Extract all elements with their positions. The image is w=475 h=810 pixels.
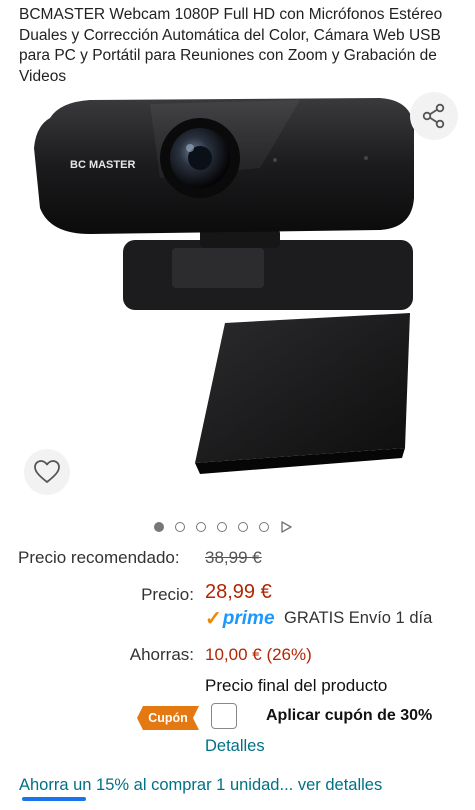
- final-price-text: Precio final del producto: [205, 676, 388, 695]
- carousel-dot[interactable]: [175, 522, 185, 532]
- coupon-badge: Cupón: [137, 706, 199, 730]
- savings-value: 10,00 € (26%): [205, 645, 312, 664]
- webcam-image: BC MASTER: [34, 98, 414, 474]
- product-image[interactable]: BC MASTER: [0, 88, 475, 508]
- play-icon[interactable]: [280, 521, 292, 533]
- prime-label: prime: [222, 607, 275, 629]
- scroll-indicator: [22, 797, 86, 801]
- prime-check-icon: ✓: [205, 608, 222, 630]
- apply-coupon-label[interactable]: Aplicar cupón de 30%: [266, 707, 432, 725]
- recommended-price-label: Precio recomendado:: [18, 548, 180, 567]
- promo-more-link[interactable]: ... ver detalles: [280, 776, 383, 794]
- price-value: 28,99 €: [205, 581, 272, 603]
- shipping-text: GRATIS Envío 1 día: [284, 609, 433, 627]
- apply-coupon-checkbox[interactable]: [211, 703, 237, 729]
- wishlist-button[interactable]: [24, 449, 70, 495]
- share-icon: [422, 103, 445, 129]
- carousel-dot[interactable]: [217, 522, 227, 532]
- webcam-clip: [123, 240, 413, 310]
- carousel-dot[interactable]: [154, 522, 164, 532]
- price-label: Precio:: [141, 585, 194, 604]
- savings-label: Ahorras:: [129, 645, 194, 664]
- webcam-stand: [195, 313, 410, 463]
- carousel-dot[interactable]: [238, 522, 248, 532]
- recommended-price-value: 38,99 €: [205, 548, 262, 567]
- webcam-brand-text: BC MASTER: [70, 159, 135, 171]
- prime-badge: ✓ prime: [205, 606, 275, 631]
- image-carousel-indicator[interactable]: [154, 520, 292, 534]
- share-button[interactable]: [410, 92, 458, 140]
- promo-text[interactable]: Ahorra un 15% al comprar 1 unidad: [19, 776, 280, 794]
- coupon-details-link[interactable]: Detalles: [205, 737, 265, 756]
- heart-icon: [34, 460, 60, 483]
- carousel-dot[interactable]: [196, 522, 206, 532]
- product-title: BCMASTER Webcam 1080P Full HD con Micróf…: [19, 6, 443, 85]
- carousel-dot[interactable]: [259, 522, 269, 532]
- promo-link[interactable]: Ahorra un 15% al comprar 1 unidad... ver…: [19, 776, 382, 795]
